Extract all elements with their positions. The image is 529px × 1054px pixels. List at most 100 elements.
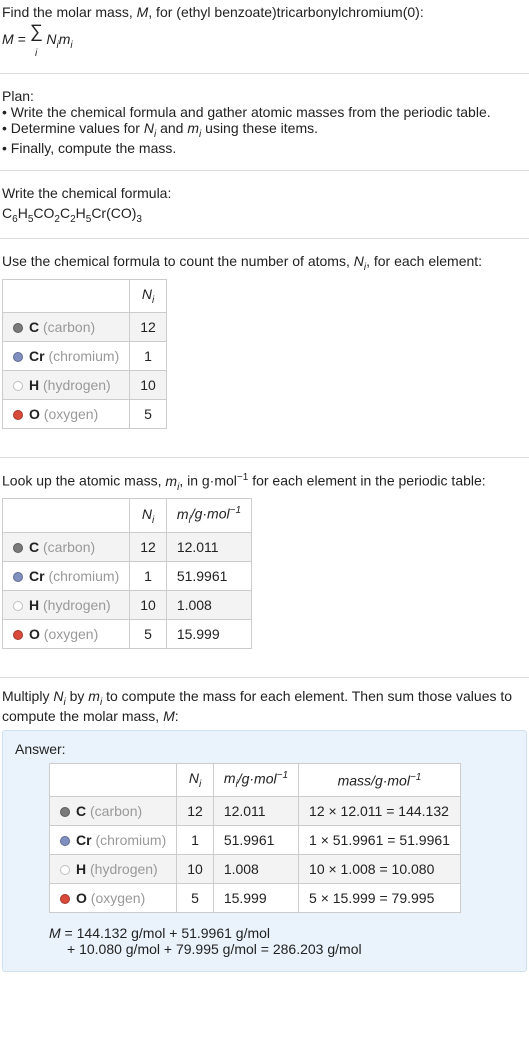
- n-value: 1: [130, 341, 167, 370]
- element-symbol: C: [29, 319, 39, 335]
- element-symbol: O: [76, 890, 87, 906]
- mass-calc: 12 × 12.011 = 144.132: [299, 797, 461, 826]
- m-value: 1.008: [213, 855, 298, 884]
- masses-table: Ni mi/g·mol−1 C (carbon) 12 12.011 Cr (c…: [2, 498, 252, 648]
- element-symbol: H: [29, 597, 39, 613]
- molar-mass-formula: M = ∑i Nimi: [2, 22, 527, 59]
- n-value: 10: [130, 370, 167, 399]
- element-dot-icon: [13, 352, 23, 362]
- m-header: mi/g·mol−1: [213, 763, 298, 796]
- plan-bullet-1: • Write the chemical formula and gather …: [2, 104, 527, 120]
- element-dot-icon: [13, 630, 23, 640]
- answer-label: Answer:: [15, 741, 514, 757]
- table-row: O (oxygen) 5 15.999: [3, 619, 252, 648]
- table-row: Cr (chromium) 1 51.9961 1 × 51.9961 = 51…: [50, 826, 461, 855]
- element-dot-icon: [13, 410, 23, 420]
- m-value: 51.9961: [213, 826, 298, 855]
- plan-bullet-3: • Finally, compute the mass.: [2, 140, 527, 156]
- empty-header: [3, 499, 130, 532]
- element-symbol: Cr: [29, 348, 45, 364]
- element-name: (oxygen): [91, 890, 145, 906]
- n-value: 1: [130, 561, 167, 590]
- element-dot-icon: [13, 323, 23, 333]
- n-value: 10: [177, 855, 214, 884]
- mass-calc: 1 × 51.9961 = 51.9961: [299, 826, 461, 855]
- element-symbol: Cr: [29, 568, 45, 584]
- element-name: (carbon): [43, 319, 95, 335]
- element-dot-icon: [60, 807, 70, 817]
- chemical-formula-heading: Write the chemical formula:: [2, 185, 527, 201]
- n-header: Ni: [130, 499, 167, 532]
- plan-section: Plan: • Write the chemical formula and g…: [0, 84, 529, 171]
- mass-calc: 5 × 15.999 = 79.995: [299, 884, 461, 913]
- n-value: 1: [177, 826, 214, 855]
- table-row: C (carbon) 12: [3, 312, 167, 341]
- element-symbol: H: [29, 377, 39, 393]
- molar-mass-sum: M = 144.132 g/mol + 51.9961 g/mol: [49, 925, 514, 941]
- element-name: (chromium): [95, 832, 166, 848]
- element-dot-icon: [13, 572, 23, 582]
- n-header: Ni: [130, 280, 167, 313]
- multiply-section: Multiply Ni by mi to compute the mass fo…: [0, 688, 529, 972]
- element-name: (chromium): [48, 568, 119, 584]
- m-header: mi/g·mol−1: [166, 499, 251, 532]
- element-symbol: H: [76, 861, 86, 877]
- m-value: 15.999: [213, 884, 298, 913]
- n-value: 5: [130, 399, 167, 428]
- chemical-formula: C6H5CO2C2H5Cr(CO)3: [2, 205, 527, 225]
- element-name: (carbon): [43, 539, 95, 555]
- masses-section: Look up the atomic mass, mi, in g·mol−1 …: [0, 468, 529, 663]
- element-symbol: C: [76, 803, 86, 819]
- element-dot-icon: [13, 381, 23, 391]
- divider: [0, 677, 529, 678]
- empty-header: [3, 280, 130, 313]
- mass-header: mass/g·mol−1: [299, 763, 461, 796]
- divider: [0, 457, 529, 458]
- table-row: H (hydrogen) 10 1.008: [3, 590, 252, 619]
- n-value: 10: [130, 590, 167, 619]
- table-row: Cr (chromium) 1 51.9961: [3, 561, 252, 590]
- sum-index: i: [35, 48, 37, 59]
- chemical-formula-section: Write the chemical formula: C6H5CO2C2H5C…: [0, 181, 529, 240]
- element-name: (chromium): [48, 348, 119, 364]
- table-row: Cr (chromium) 1: [3, 341, 167, 370]
- element-name: (oxygen): [44, 406, 98, 422]
- element-dot-icon: [60, 836, 70, 846]
- table-row: C (carbon) 12 12.011: [3, 532, 252, 561]
- answer-box: Answer: Ni mi/g·mol−1 mass/g·mol−1 C (ca…: [2, 730, 527, 972]
- element-symbol: O: [29, 626, 40, 642]
- element-dot-icon: [60, 894, 70, 904]
- empty-header: [50, 763, 177, 796]
- masses-heading: Look up the atomic mass, mi, in g·mol−1 …: [2, 472, 527, 492]
- element-name: (carbon): [90, 803, 142, 819]
- m-value: 15.999: [166, 619, 251, 648]
- molar-mass-sum-cont: + 10.080 g/mol + 79.995 g/mol = 286.203 …: [49, 941, 514, 957]
- element-name: (hydrogen): [90, 861, 158, 877]
- intro-line: Find the molar mass, M, for (ethyl benzo…: [2, 4, 527, 20]
- multiply-heading: Multiply Ni by mi to compute the mass fo…: [2, 688, 527, 724]
- element-dot-icon: [13, 601, 23, 611]
- table-row: H (hydrogen) 10: [3, 370, 167, 399]
- table-row: O (oxygen) 5 15.999 5 × 15.999 = 79.995: [50, 884, 461, 913]
- table-row: C (carbon) 12 12.011 12 × 12.011 = 144.1…: [50, 797, 461, 826]
- m-value: 12.011: [213, 797, 298, 826]
- m-value: 51.9961: [166, 561, 251, 590]
- element-name: (hydrogen): [43, 377, 111, 393]
- n-header: Ni: [177, 763, 214, 796]
- element-name: (oxygen): [44, 626, 98, 642]
- n-value: 12: [177, 797, 214, 826]
- intro-section: Find the molar mass, M, for (ethyl benzo…: [0, 0, 529, 74]
- count-heading: Use the chemical formula to count the nu…: [2, 253, 527, 273]
- m-value: 12.011: [166, 532, 251, 561]
- plan-bullet-2: • Determine values for Ni and mi using t…: [2, 120, 527, 140]
- answer-table: Ni mi/g·mol−1 mass/g·mol−1 C (carbon) 12…: [49, 763, 461, 913]
- element-symbol: O: [29, 406, 40, 422]
- n-value: 12: [130, 312, 167, 341]
- n-value: 12: [130, 532, 167, 561]
- m-value: 1.008: [166, 590, 251, 619]
- mass-calc: 10 × 1.008 = 10.080: [299, 855, 461, 884]
- element-name: (hydrogen): [43, 597, 111, 613]
- count-table: Ni C (carbon) 12 Cr (chromium) 1 H (hydr…: [2, 279, 167, 429]
- table-row: H (hydrogen) 10 1.008 10 × 1.008 = 10.08…: [50, 855, 461, 884]
- plan-heading: Plan:: [2, 88, 527, 104]
